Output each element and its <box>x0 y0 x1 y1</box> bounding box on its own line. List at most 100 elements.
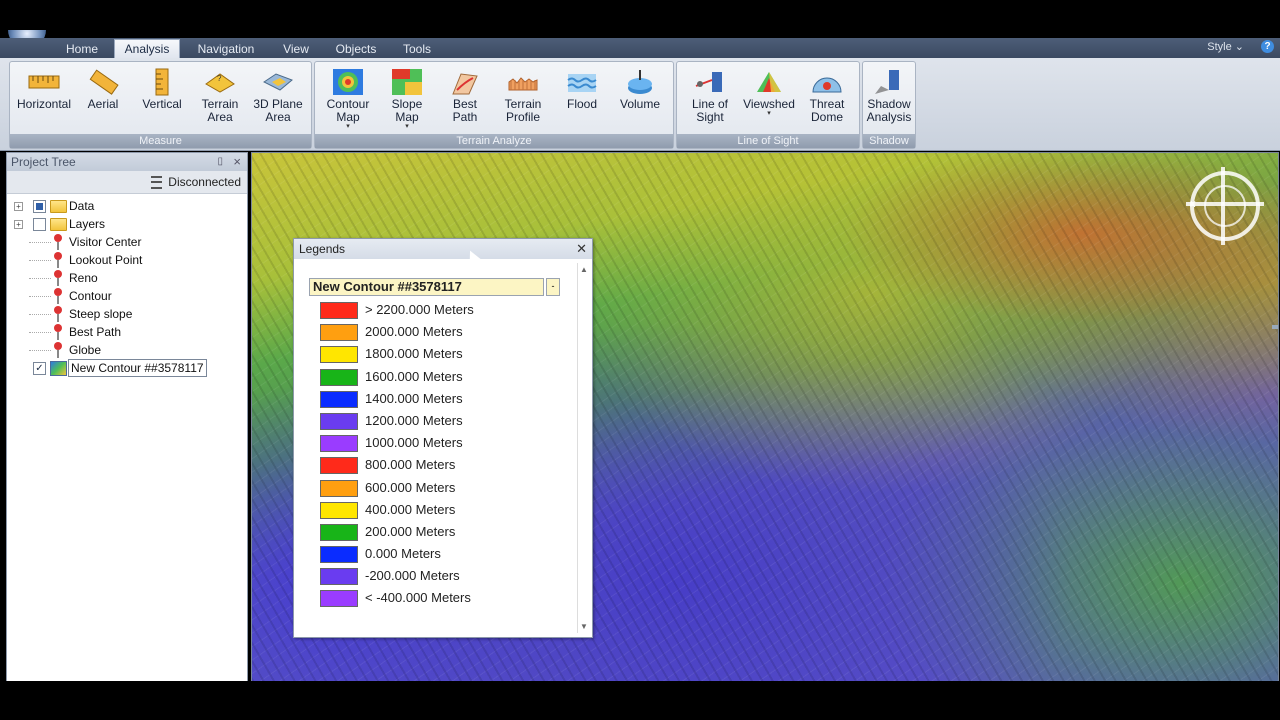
legend-layer-select[interactable]: New Contour ##3578117 <box>309 278 544 296</box>
placemark-pin-icon <box>54 252 62 268</box>
color-swatch <box>320 368 358 386</box>
svg-text:?: ? <box>217 74 222 83</box>
vertical-button[interactable]: Vertical <box>132 66 192 130</box>
best-path-button[interactable]: Best Path <box>435 66 495 130</box>
placemark-pin-icon <box>54 288 62 304</box>
scroll-up-icon[interactable]: ▲ <box>580 265 588 274</box>
color-swatch <box>320 523 358 541</box>
tab-view[interactable]: View <box>274 40 318 58</box>
connection-status: Disconnected <box>168 175 241 189</box>
volume-icon <box>624 68 656 96</box>
color-swatch <box>320 324 358 342</box>
ribbon-tab-bar: Home Analysis Navigation View Objects To… <box>0 38 1280 59</box>
contour-map-button[interactable]: Contour Map ▾ <box>318 66 378 130</box>
folder-icon <box>50 218 67 231</box>
top-letterbox <box>0 0 1280 38</box>
bottom-letterbox <box>0 681 1280 720</box>
horizontal-button[interactable]: Horizontal <box>13 66 75 130</box>
group-terrain-analyze: Contour Map ▾ Slope Map ▾ Best Path Terrai… <box>314 61 674 149</box>
ruler-vertical-icon <box>146 68 178 96</box>
color-swatch <box>320 302 358 319</box>
legends-window: Legends ✕ New Contour ##3578117 - > 2200… <box>293 238 593 638</box>
close-icon[interactable]: ✕ <box>576 239 587 259</box>
collapse-icon[interactable]: - <box>546 278 560 296</box>
tree-item-data[interactable]: + Data <box>7 197 247 215</box>
tab-tools[interactable]: Tools <box>394 40 440 58</box>
flood-icon <box>566 68 598 96</box>
group-label-shadow: Shadow <box>863 134 915 148</box>
project-tree-title: Project Tree <box>11 155 76 169</box>
group-label-terrain-analyze: Terrain Analyze <box>315 134 673 148</box>
tree-item-lookout-point[interactable]: Lookout Point <box>7 251 247 269</box>
checkbox[interactable] <box>33 218 46 231</box>
tab-home[interactable]: Home <box>58 40 106 58</box>
line-of-sight-icon <box>694 68 726 96</box>
expand-icon[interactable]: + <box>14 220 23 229</box>
tree-item-contour[interactable]: Contour <box>7 287 247 305</box>
group-shadow: Shadow Analysis Shadow <box>862 61 916 149</box>
color-swatch <box>320 568 358 586</box>
style-menu[interactable]: Style ⌄ <box>1207 40 1244 53</box>
terrain-profile-button[interactable]: Terrain Profile <box>493 66 553 130</box>
legends-title-bar[interactable]: Legends ✕ <box>294 239 592 259</box>
tree-item-best-path[interactable]: Best Path <box>7 323 247 341</box>
viewshed-button[interactable]: Viewshed ▾ <box>739 66 799 130</box>
color-swatch <box>320 501 358 519</box>
3d-plane-area-button[interactable]: 3D Plane Area <box>248 66 308 130</box>
placemark-pin-icon <box>54 234 62 250</box>
color-swatch <box>320 546 358 564</box>
connection-status-bar: Disconnected <box>7 171 247 194</box>
contour-map-icon <box>332 68 364 96</box>
tab-navigation[interactable]: Navigation <box>190 40 262 58</box>
tree-item-new-contour[interactable]: ✓ New Contour ##3578117 <box>7 359 247 377</box>
tree-item-layers[interactable]: + Layers <box>7 215 247 233</box>
pin-icon[interactable]: ▯ <box>217 153 223 171</box>
color-swatch <box>320 435 358 453</box>
shadow-analysis-button[interactable]: Shadow Analysis <box>859 66 919 130</box>
contour-layer-icon <box>50 361 67 376</box>
slope-map-icon <box>391 68 423 96</box>
checked-checkbox[interactable]: ✓ <box>33 362 46 375</box>
compass-icon[interactable]: N <box>1186 167 1264 245</box>
legend-scrollbar[interactable]: ▲ ▼ <box>577 263 590 633</box>
project-tree-header: Project Tree ▯ × <box>7 153 247 171</box>
tab-analysis[interactable]: Analysis <box>114 39 180 59</box>
help-icon[interactable]: ? <box>1261 40 1274 53</box>
tab-objects[interactable]: Objects <box>328 40 384 58</box>
group-measure: Horizontal Aerial Vertical ? Terrain Are… <box>9 61 312 149</box>
close-icon[interactable]: × <box>233 153 241 171</box>
viewshed-icon <box>753 68 785 96</box>
expand-icon[interactable]: + <box>14 202 23 211</box>
slope-map-button[interactable]: Slope Map ▾ <box>377 66 437 130</box>
project-tree: + Data + Layers Visitor Center Lookout P… <box>7 194 247 377</box>
placemark-pin-icon <box>54 270 62 286</box>
threat-dome-icon <box>811 68 843 96</box>
flood-button[interactable]: Flood <box>552 66 612 130</box>
legends-body: New Contour ##3578117 - > 2200.000 Meter… <box>298 261 576 633</box>
ruler-horizontal-icon <box>28 68 60 96</box>
zoom-slider-handle[interactable] <box>1272 325 1278 329</box>
project-tree-panel: Project Tree ▯ × Disconnected + Data + L… <box>6 152 248 682</box>
scroll-down-icon[interactable]: ▼ <box>580 622 588 631</box>
tree-item-globe[interactable]: Globe <box>7 341 247 359</box>
color-swatch <box>320 390 358 408</box>
color-swatch <box>320 457 358 475</box>
line-of-sight-button[interactable]: Line of Sight <box>680 66 740 130</box>
color-swatch <box>320 479 358 497</box>
volume-button[interactable]: Volume <box>610 66 670 130</box>
threat-dome-button[interactable]: Threat Dome <box>797 66 857 130</box>
plane-area-icon <box>262 68 294 96</box>
aerial-button[interactable]: Aerial <box>73 66 133 130</box>
tree-item-visitor-center[interactable]: Visitor Center <box>7 233 247 251</box>
partial-checkbox[interactable] <box>33 200 46 213</box>
terrain-profile-icon <box>507 68 539 96</box>
group-label-measure: Measure <box>10 134 311 148</box>
shadow-analysis-icon <box>873 68 905 96</box>
tree-item-steep-slope[interactable]: Steep slope <box>7 305 247 323</box>
terrain-area-button[interactable]: ? Terrain Area <box>190 66 250 130</box>
group-label-line-of-sight: Line of Sight <box>677 134 859 148</box>
selected-tree-item-label: New Contour ##3578117 <box>68 359 207 377</box>
list-icon[interactable] <box>151 176 163 190</box>
tree-item-reno[interactable]: Reno <box>7 269 247 287</box>
color-swatch <box>320 412 358 430</box>
